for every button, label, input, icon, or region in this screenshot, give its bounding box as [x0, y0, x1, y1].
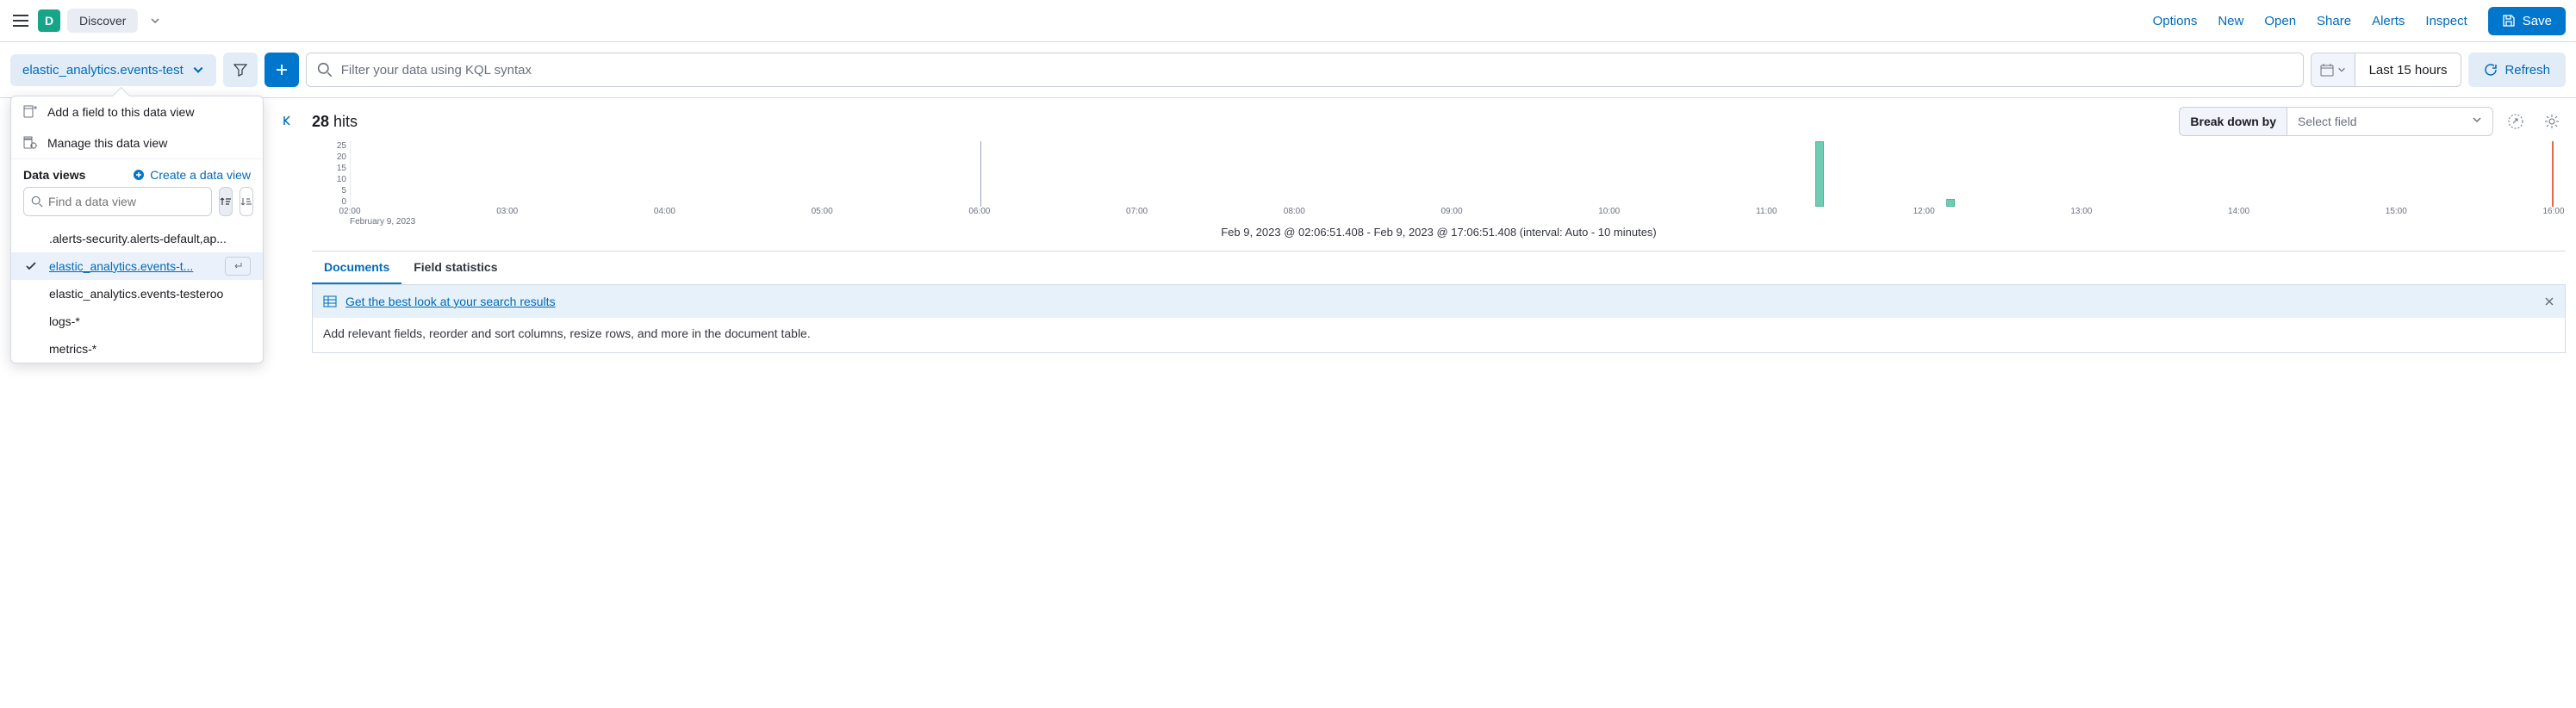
- callout-body: Add relevant fields, reorder and sort co…: [312, 318, 2566, 353]
- time-picker[interactable]: Last 15 hours: [2311, 53, 2462, 87]
- refresh-label: Refresh: [2504, 63, 2550, 78]
- alerts-link[interactable]: Alerts: [2372, 14, 2405, 28]
- callout-title[interactable]: Get the best look at your search results: [345, 295, 556, 308]
- data-views-title: Data views: [23, 168, 85, 182]
- kql-input[interactable]: [341, 63, 2293, 78]
- sort-asc-button[interactable]: [219, 187, 233, 216]
- options-link[interactable]: Options: [2153, 14, 2198, 28]
- refresh-icon: [2484, 63, 2498, 77]
- data-view-item-label: .alerts-security.alerts-default,ap...: [49, 232, 227, 245]
- hits-count: 28 hits: [312, 113, 358, 131]
- data-view-item-label: elastic_analytics.events-testeroo: [49, 287, 223, 301]
- breakdown-select[interactable]: Select field: [2287, 107, 2493, 136]
- plot-area: [350, 141, 2554, 207]
- interval-text: Feb 9, 2023 @ 02:06:51.408 - Feb 9, 2023…: [312, 226, 2566, 239]
- data-view-list-item[interactable]: logs-*: [11, 307, 263, 335]
- share-link[interactable]: Share: [2317, 14, 2351, 28]
- kql-search[interactable]: [306, 53, 2304, 87]
- create-data-view-link[interactable]: Create a data view: [133, 168, 251, 182]
- search-icon: [31, 196, 43, 208]
- data-view-item-label: elastic_analytics.events-t...: [49, 259, 193, 273]
- table-icon: [323, 295, 337, 308]
- create-label: Create a data view: [150, 168, 251, 182]
- add-field-icon: [23, 105, 37, 119]
- data-view-search[interactable]: [23, 187, 212, 216]
- time-range-label[interactable]: Last 15 hours: [2355, 63, 2461, 78]
- plus-circle-icon: [133, 169, 145, 181]
- data-view-item-label: metrics-*: [49, 342, 96, 356]
- data-view-name: elastic_analytics.events-test: [22, 63, 184, 78]
- callout-close-button[interactable]: [2544, 296, 2554, 307]
- enter-key-icon: [225, 257, 251, 276]
- chevron-down-icon[interactable]: [150, 16, 160, 26]
- histogram-chart[interactable]: 2520151050 02:0003:0004:0005:0006:0007:0…: [315, 141, 2562, 219]
- menu-icon[interactable]: [10, 10, 31, 31]
- sort-desc-button[interactable]: [240, 187, 253, 216]
- new-link[interactable]: New: [2218, 14, 2243, 28]
- data-view-selector[interactable]: elastic_analytics.events-test: [10, 54, 216, 86]
- tab-documents[interactable]: Documents: [312, 252, 401, 284]
- add-filter-button[interactable]: [264, 53, 299, 87]
- add-field-item[interactable]: Add a field to this data view: [11, 96, 263, 127]
- collapse-sidebar-button[interactable]: [281, 114, 295, 127]
- save-label: Save: [2523, 14, 2552, 28]
- data-view-list-item[interactable]: elastic_analytics.events-t...: [11, 252, 263, 280]
- callout: Get the best look at your search results: [312, 285, 2566, 318]
- filter-button[interactable]: [223, 53, 258, 87]
- histogram-bar[interactable]: [1946, 199, 1955, 207]
- data-view-list-item[interactable]: metrics-*: [11, 335, 263, 363]
- add-field-label: Add a field to this data view: [47, 105, 194, 119]
- manage-icon: [23, 136, 37, 150]
- refresh-button[interactable]: Refresh: [2468, 53, 2566, 87]
- avatar[interactable]: D: [38, 9, 60, 32]
- plus-icon: [276, 64, 288, 76]
- breakdown-label: Break down by: [2179, 107, 2287, 136]
- calendar-button[interactable]: [2312, 53, 2355, 86]
- manage-label: Manage this data view: [47, 136, 167, 150]
- x-axis: 02:0003:0004:0005:0006:0007:0008:0009:00…: [350, 207, 2554, 219]
- data-view-item-label: logs-*: [49, 314, 80, 328]
- filter-icon: [233, 63, 247, 77]
- histogram-bar[interactable]: [1815, 141, 1824, 207]
- y-axis: 2520151050: [315, 141, 346, 207]
- save-button[interactable]: Save: [2488, 7, 2566, 35]
- check-icon: [25, 260, 37, 272]
- chevron-down-icon: [2337, 65, 2346, 74]
- data-view-list-item[interactable]: .alerts-security.alerts-default,ap...: [11, 225, 263, 252]
- inspect-link[interactable]: Inspect: [2425, 14, 2467, 28]
- chevron-down-icon: [2472, 115, 2482, 125]
- manage-data-view-item[interactable]: Manage this data view: [11, 127, 263, 158]
- breakdown-placeholder: Select field: [2298, 115, 2356, 128]
- data-view-popover: Add a field to this data view Manage thi…: [10, 96, 264, 363]
- calendar-icon: [2320, 63, 2334, 77]
- open-link[interactable]: Open: [2264, 14, 2296, 28]
- data-view-list-item[interactable]: elastic_analytics.events-testeroo: [11, 280, 263, 307]
- breadcrumb-discover[interactable]: Discover: [67, 9, 138, 33]
- data-view-search-input[interactable]: [48, 195, 204, 208]
- search-icon: [317, 62, 333, 78]
- edit-visualization-button[interactable]: [2502, 108, 2529, 135]
- chart-options-button[interactable]: [2538, 108, 2566, 135]
- tab-field-statistics[interactable]: Field statistics: [401, 252, 509, 284]
